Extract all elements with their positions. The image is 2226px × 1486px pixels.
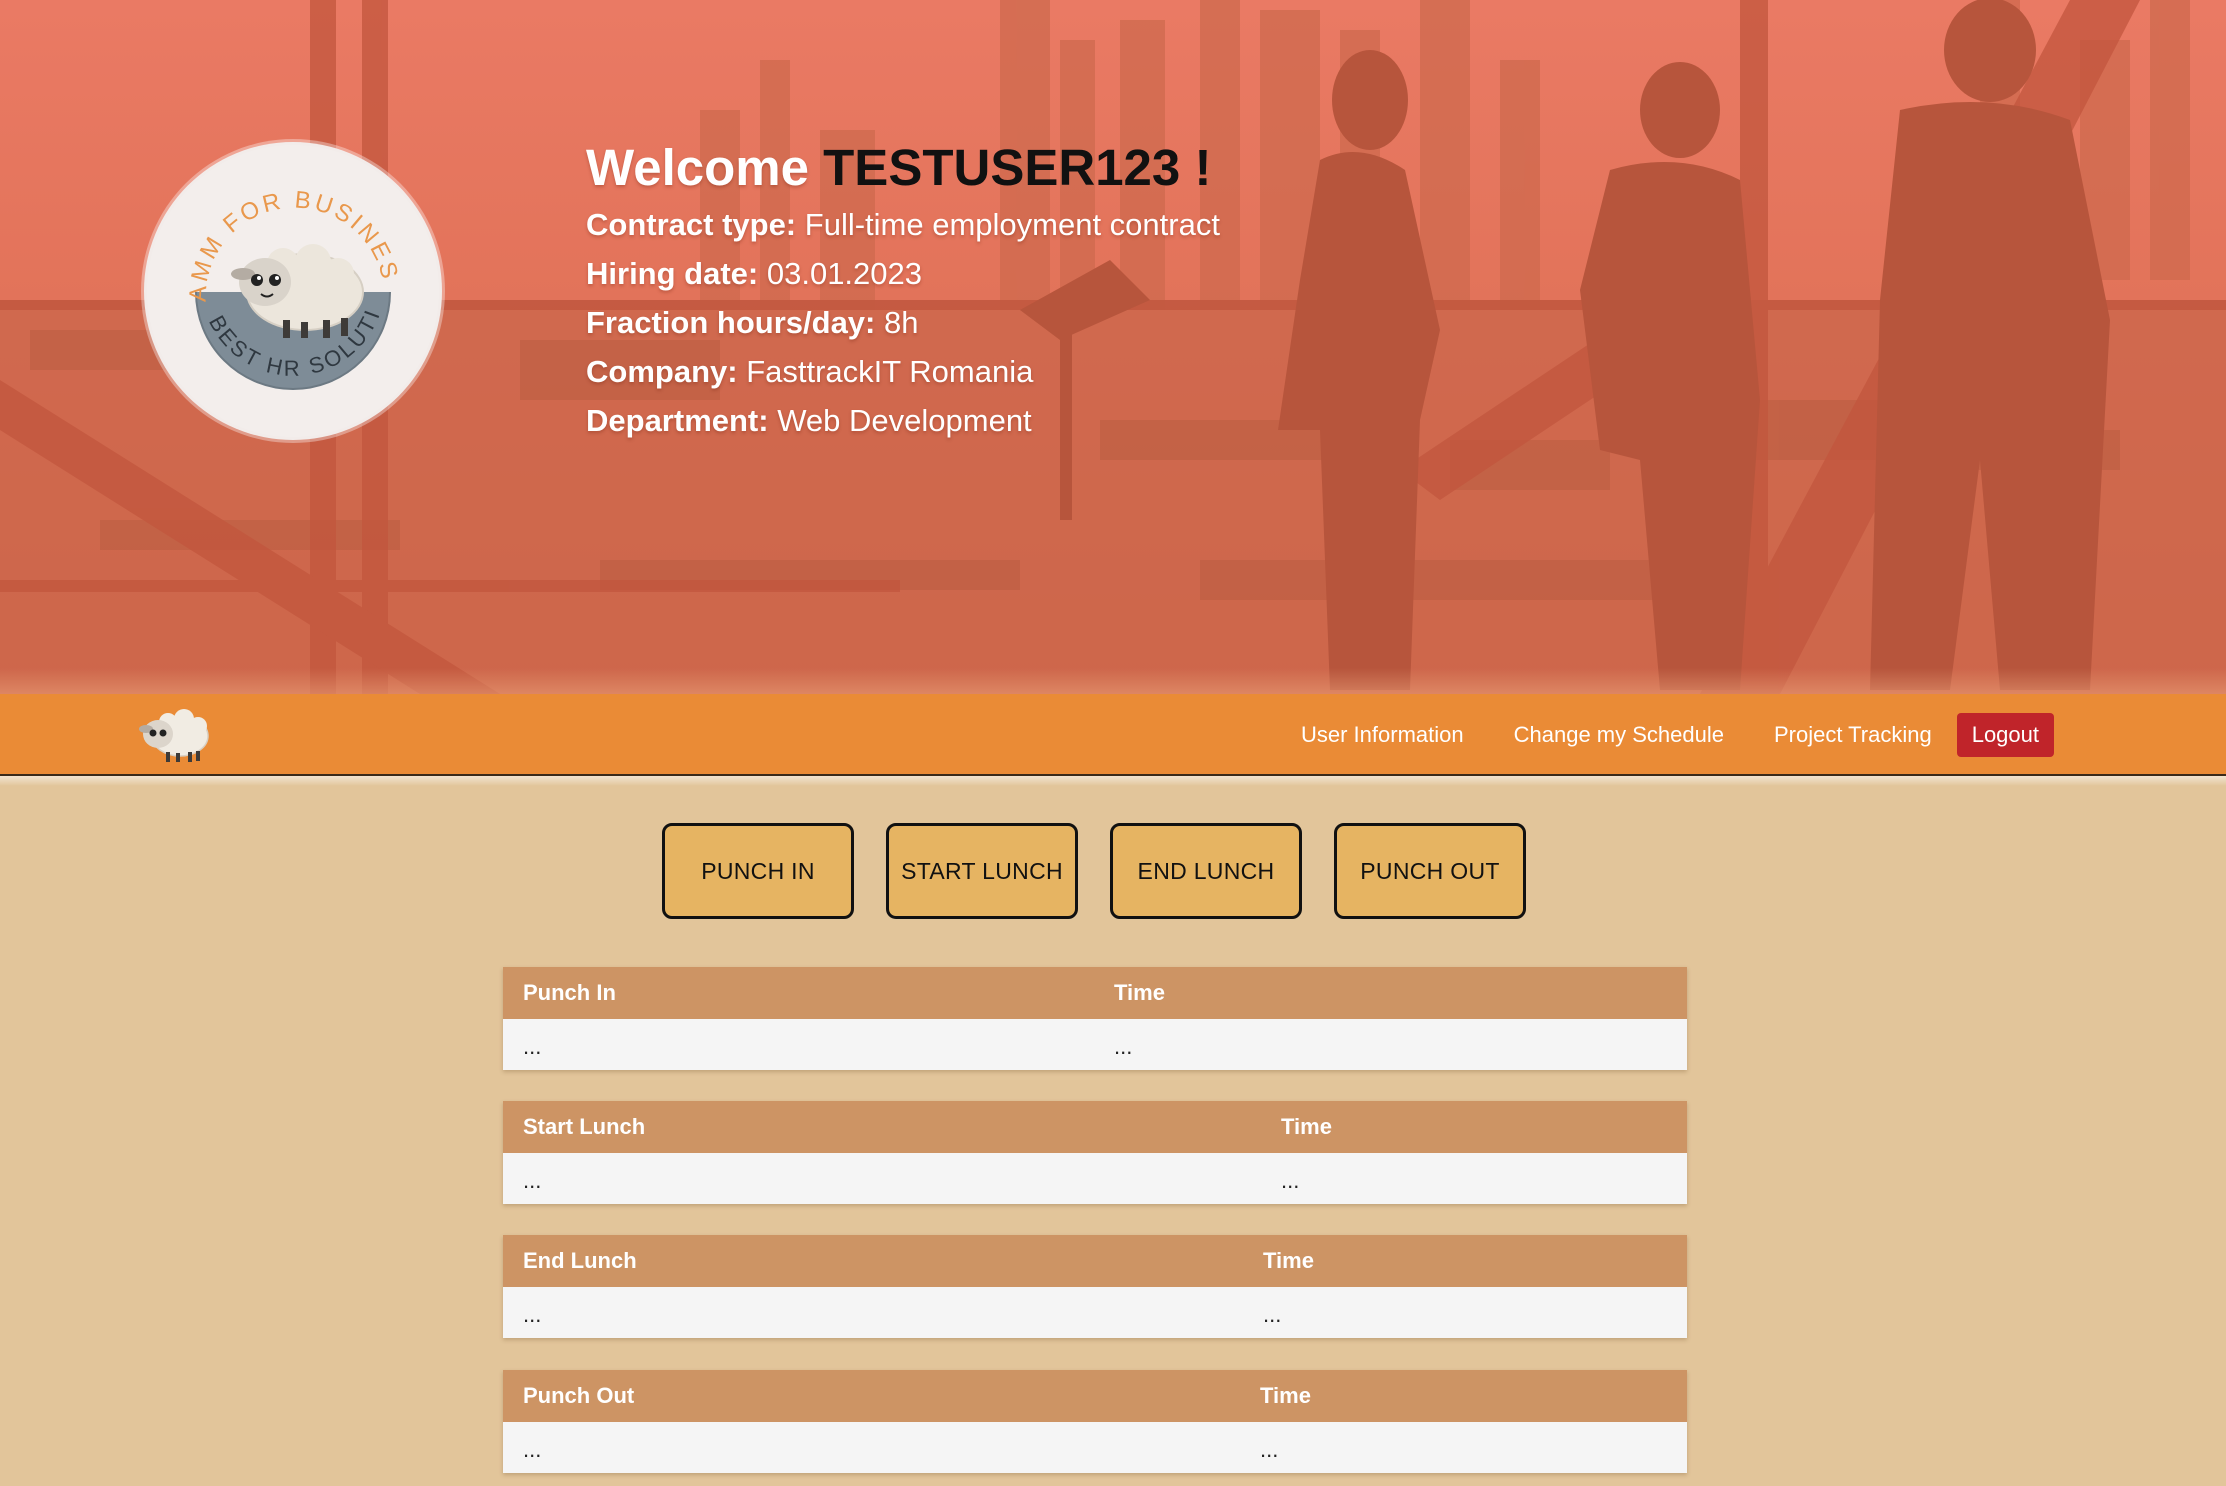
nav-project-tracking[interactable]: Project Tracking xyxy=(1749,712,1957,758)
time-cell: ... xyxy=(1263,1302,1282,1327)
time-column-header: Time xyxy=(1263,1248,1314,1273)
info-label: Hiring date: xyxy=(586,256,759,291)
end-lunch-table: End Lunch Time ... ... xyxy=(503,1235,1687,1338)
start-lunch-button[interactable]: START LUNCH xyxy=(886,823,1078,919)
punch-out-table: Punch Out Time ... ... xyxy=(503,1370,1687,1473)
info-value: FasttrackIT Romania xyxy=(746,354,1034,389)
hiring-date-row: Hiring date: 03.01.2023 xyxy=(586,249,1220,298)
info-value: 8h xyxy=(884,305,919,340)
end-lunch-button[interactable]: END LUNCH xyxy=(1110,823,1302,919)
punch-in-table: Punch In Time ... ... xyxy=(503,967,1687,1070)
time-column-header: Time xyxy=(1260,1383,1311,1408)
time-column-header: Time xyxy=(1281,1114,1332,1139)
info-value: Full-time employment contract xyxy=(804,207,1220,242)
nav-links: User Information Change my Schedule Proj… xyxy=(1276,712,2054,758)
username: TESTUSER123 ! xyxy=(823,139,1212,196)
hero-bottom-fade xyxy=(0,668,2226,694)
info-label: Contract type: xyxy=(586,207,797,242)
table-cell: ... xyxy=(523,1302,542,1327)
table-row: ... ... xyxy=(503,1153,1687,1204)
column-header: End Lunch xyxy=(523,1248,637,1273)
table-row: ... ... xyxy=(503,1422,1687,1473)
nav-user-information[interactable]: User Information xyxy=(1276,712,1489,758)
table-header: End Lunch Time xyxy=(503,1235,1687,1287)
table-cell: ... xyxy=(523,1437,542,1462)
punch-out-button[interactable]: PUNCH OUT xyxy=(1334,823,1526,919)
table-row: ... ... xyxy=(503,1287,1687,1338)
welcome-panel: Welcome TESTUSER123 ! Contract type: Ful… xyxy=(586,136,1220,445)
column-header: Punch Out xyxy=(523,1383,635,1408)
time-cell: ... xyxy=(1114,1034,1133,1059)
info-label: Fraction hours/day: xyxy=(586,305,876,340)
info-label: Company: xyxy=(586,354,738,389)
sheep-icon[interactable] xyxy=(138,702,212,768)
start-lunch-table: Start Lunch Time ... ... xyxy=(503,1101,1687,1204)
time-cell: ... xyxy=(1281,1168,1300,1193)
navbar: User Information Change my Schedule Proj… xyxy=(0,694,2226,776)
table-row: ... ... xyxy=(503,1019,1687,1070)
department-row: Department: Web Development xyxy=(586,396,1220,445)
column-header: Punch In xyxy=(523,980,616,1005)
time-column-header: Time xyxy=(1114,980,1165,1005)
contract-type-row: Contract type: Full-time employment cont… xyxy=(586,200,1220,249)
table-header: Start Lunch Time xyxy=(503,1101,1687,1153)
table-header: Punch In Time xyxy=(503,967,1687,1019)
table-header: Punch Out Time xyxy=(503,1370,1687,1422)
welcome-heading: Welcome TESTUSER123 ! xyxy=(586,136,1220,200)
column-header: Start Lunch xyxy=(523,1114,646,1139)
hero-banner: AMM FOR BUSINESSES BEST HR SOLUTION xyxy=(0,0,2226,694)
table-cell: ... xyxy=(523,1034,542,1059)
info-value: Web Development xyxy=(777,403,1032,438)
welcome-prefix: Welcome xyxy=(586,139,809,196)
nav-change-schedule[interactable]: Change my Schedule xyxy=(1489,712,1749,758)
logout-button[interactable]: Logout xyxy=(1956,713,2054,757)
info-value: 03.01.2023 xyxy=(766,256,923,291)
punch-in-button[interactable]: PUNCH IN xyxy=(662,823,854,919)
info-label: Department: xyxy=(586,403,769,438)
navbar-divider xyxy=(0,776,2226,786)
time-actions: PUNCH IN START LUNCH END LUNCH PUNCH OUT xyxy=(662,823,1526,919)
time-cell: ... xyxy=(1260,1437,1279,1462)
fraction-hours-row: Fraction hours/day: 8h xyxy=(586,298,1220,347)
company-badge-logo: AMM FOR BUSINESSES BEST HR SOLUTION xyxy=(144,142,442,440)
table-cell: ... xyxy=(523,1168,542,1193)
company-row: Company: FasttrackIT Romania xyxy=(586,347,1220,396)
